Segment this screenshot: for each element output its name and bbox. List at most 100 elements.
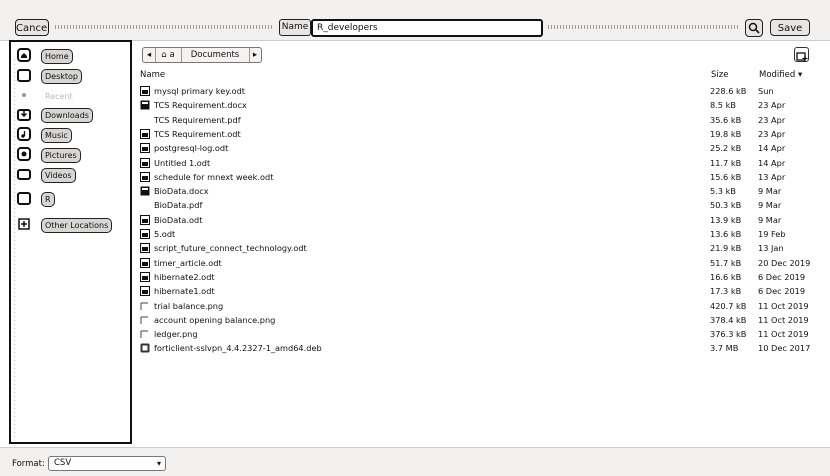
path-bar: ◂ ⌂ a Documents ▸ <box>142 47 262 63</box>
file-row[interactable]: mysql primary key.odt 228.6 kB Sun <box>138 84 818 98</box>
format-select[interactable]: CSV ▾ <box>48 456 166 471</box>
pictures-icon <box>17 147 31 161</box>
file-size: 376.3 kB <box>710 329 747 340</box>
odt-document-icon <box>140 157 150 168</box>
file-row[interactable]: forticlient-sslvpn_4.4.2327-1_amd64.deb 3… <box>138 341 818 355</box>
sidebar-item-label: Music <box>41 128 72 143</box>
desktop-icon <box>17 69 31 82</box>
file-name: script_future_connect_technology.odt <box>154 243 307 254</box>
sort-descending-icon: ▾ <box>797 70 803 80</box>
odt-document-icon <box>140 171 150 182</box>
column-header-modified[interactable]: Modified ▾ <box>759 70 802 80</box>
save-button[interactable]: Save <box>770 19 810 36</box>
file-size: 25.2 kB <box>710 143 742 154</box>
column-header-size[interactable]: Size <box>711 70 728 80</box>
sidebar-item-r[interactable]: R <box>17 190 127 208</box>
file-modified: 9 Mar <box>758 214 782 225</box>
new-folder-button[interactable] <box>794 47 809 62</box>
file-row[interactable]: TCS Requirement.pdf 35.6 kB 23 Apr <box>138 113 818 127</box>
sidebar-item-label: Home <box>41 49 73 64</box>
downloads-icon <box>17 109 31 121</box>
odt-document-icon <box>140 271 150 282</box>
file-name: Untitled 1.odt <box>154 157 211 168</box>
filename-input[interactable]: R_developers <box>311 19 543 37</box>
file-modified: 13 Apr <box>758 171 786 182</box>
column-header-name[interactable]: Name <box>140 70 165 80</box>
odt-document-icon <box>140 243 150 254</box>
format-select-value: CSV <box>54 458 72 468</box>
file-row[interactable]: BioData.docx 5.3 kB 9 Mar <box>138 184 818 198</box>
file-row[interactable]: ledger.png 376.3 kB 11 Oct 2019 <box>138 327 818 341</box>
file-row[interactable]: script_future_connect_technology.odt 21.9… <box>138 241 818 255</box>
sidebar-item-desktop[interactable]: Desktop <box>17 67 127 85</box>
sidebar-item-music[interactable]: Music <box>17 126 127 144</box>
search-icon <box>748 22 760 34</box>
file-row[interactable]: TCS Requirement.odt 19.8 kB 23 Apr <box>138 127 818 141</box>
file-name: BioData.pdf <box>154 200 203 211</box>
file-name: timer_article.odt <box>154 257 222 268</box>
file-row[interactable]: trial balance.png 420.7 kB 11 Oct 2019 <box>138 299 818 313</box>
file-name: forticlient-sslvpn_4.4.2327-1_amd64.deb <box>154 343 322 354</box>
path-home-button[interactable]: ⌂ a <box>155 48 182 62</box>
file-modified: 14 Apr <box>758 157 786 168</box>
file-row[interactable]: schedule for mnext week.odt 15.6 kB 13 Apr <box>138 170 818 184</box>
footer-bar: Format: CSV ▾ <box>0 447 830 476</box>
file-row[interactable]: hibernate1.odt 17.3 kB 6 Dec 2019 <box>138 284 818 298</box>
docx-document-icon <box>140 100 150 110</box>
sidebar-item-label: Videos <box>41 168 76 183</box>
file-row[interactable]: BioData.odt 13.9 kB 9 Mar <box>138 213 818 227</box>
file-size: 228.6 kB <box>710 86 747 96</box>
file-modified: 23 Apr <box>758 128 786 139</box>
path-documents-button[interactable]: Documents <box>181 48 250 62</box>
file-name: 5.odt <box>154 229 176 239</box>
file-size: 19.8 kB <box>710 128 742 139</box>
file-size: 15.6 kB <box>710 171 742 182</box>
sidebar-item-other-locations[interactable]: Other Locations <box>17 216 127 234</box>
image-file-icon <box>140 302 148 310</box>
title-hatch <box>548 25 740 29</box>
file-size: 51.7 kB <box>710 257 742 268</box>
file-row[interactable]: postgresql-log.odt 25.2 kB 14 Apr <box>138 141 818 155</box>
file-name: hibernate2.odt <box>154 271 215 282</box>
format-label: Format: <box>12 459 45 469</box>
places-sidebar: Home Desktop Recent Downloads Music Pict… <box>9 40 132 444</box>
image-file-icon <box>140 316 148 324</box>
file-row[interactable]: BioData.pdf 50.3 kB 9 Mar <box>138 198 818 212</box>
path-home-label: a <box>169 50 175 60</box>
file-row[interactable]: 5.odt 13.6 kB 19 Feb <box>138 227 818 241</box>
file-modified: 9 Mar <box>758 186 782 197</box>
videos-icon <box>17 169 31 180</box>
file-name: schedule for mnext week.odt <box>154 171 274 182</box>
file-name: TCS Requirement.docx <box>154 100 247 111</box>
sidebar-dotted-guide <box>14 60 15 440</box>
sidebar-item-pictures[interactable]: Pictures <box>17 146 127 164</box>
file-modified: 20 Dec 2019 <box>758 257 811 268</box>
sidebar-item-downloads[interactable]: Downloads <box>17 106 127 124</box>
sidebar-item-home[interactable]: Home <box>17 47 127 65</box>
file-modified: Sun <box>758 86 774 96</box>
chevron-down-icon: ▾ <box>156 459 161 468</box>
sidebar-item-recent[interactable]: Recent <box>17 87 127 105</box>
sidebar-item-label: Other Locations <box>41 218 113 233</box>
path-forward-button[interactable]: ▸ <box>249 48 261 62</box>
file-row[interactable]: account opening balance.png 378.4 kB 11 Oc… <box>138 313 818 327</box>
sidebar-item-videos[interactable]: Videos <box>17 166 127 184</box>
music-icon <box>17 127 31 141</box>
cancel-button[interactable]: Cancel <box>15 19 50 36</box>
file-row[interactable]: hibernate2.odt 16.6 kB 6 Dec 2019 <box>138 270 818 284</box>
search-button[interactable] <box>745 19 763 37</box>
file-name: trial balance.png <box>154 300 224 311</box>
sidebar-item-label: Desktop <box>41 69 82 84</box>
file-name: hibernate1.odt <box>154 286 215 297</box>
file-modified: 6 Dec 2019 <box>758 286 806 297</box>
file-modified: 9 Mar <box>758 200 782 211</box>
file-size: 420.7 kB <box>710 300 747 311</box>
sidebar-item-label: Recent <box>45 92 73 101</box>
file-modified: 11 Oct 2019 <box>758 329 809 340</box>
file-size: 11.7 kB <box>710 157 742 168</box>
sidebar-item-label: Downloads <box>41 108 93 123</box>
file-row[interactable]: timer_article.odt 51.7 kB 20 Dec 2019 <box>138 256 818 270</box>
file-row[interactable]: Untitled 1.odt 11.7 kB 14 Apr <box>138 156 818 170</box>
file-row[interactable]: TCS Requirement.docx 8.5 kB 23 Apr <box>138 98 818 112</box>
file-size: 21.9 kB <box>710 243 742 254</box>
